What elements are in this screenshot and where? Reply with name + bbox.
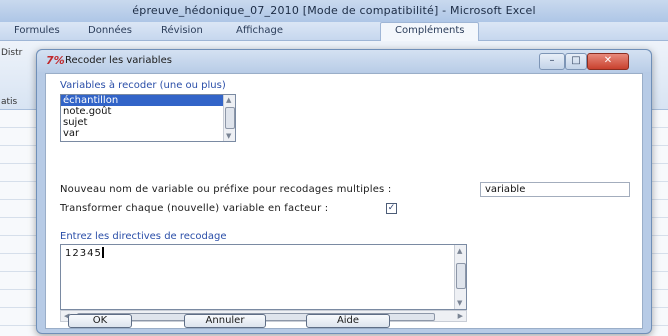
close-button[interactable]: ✕ (587, 53, 629, 70)
scroll-up-icon[interactable]: ▲ (226, 96, 231, 104)
tab-revision[interactable]: Révision (161, 25, 203, 36)
scroll-up-icon[interactable]: ▲ (457, 247, 462, 255)
list-item[interactable]: var (61, 128, 235, 139)
cancel-button[interactable]: Annuler (184, 314, 266, 328)
factor-label: Transformer chaque (nouvelle) variable e… (60, 203, 329, 214)
left-strip-label: atis (1, 97, 18, 107)
excel-window-title: épreuve_hédonique_07_2010 [Mode de compa… (0, 0, 668, 22)
dialog-titlebar[interactable]: 7% Recoder les variables – □ ✕ (37, 50, 651, 72)
maximize-button[interactable]: □ (565, 53, 587, 70)
directives-label: Entrez les directives de recodage (60, 231, 227, 242)
dialog-title: Recoder les variables (65, 55, 172, 66)
help-button[interactable]: Aide (306, 314, 390, 328)
scroll-down-icon[interactable]: ▼ (457, 299, 462, 307)
tab-complements[interactable]: Compléments (380, 22, 480, 42)
ribbon-tab-bar: Formules Données Révision Affichage Comp… (0, 22, 668, 42)
list-item[interactable]: note.goût (61, 106, 235, 117)
list-item[interactable]: sujet (61, 117, 235, 128)
directives-textarea[interactable]: 12345 ▲ ▼ (60, 244, 467, 310)
scroll-right-icon[interactable]: ▶ (458, 312, 463, 320)
left-strip-label: Distr (1, 48, 23, 58)
directives-text: 12345 (65, 248, 102, 259)
tab-formules[interactable]: Formules (14, 25, 60, 36)
scroll-thumb[interactable] (225, 107, 235, 129)
new-name-field[interactable]: variable (480, 182, 630, 197)
scroll-thumb[interactable] (456, 263, 466, 289)
dialog-body: Variables à recoder (une ou plus) échant… (45, 73, 643, 329)
ok-button[interactable]: OK (68, 314, 132, 328)
text-cursor (101, 247, 104, 258)
recode-variables-dialog: 7% Recoder les variables – □ ✕ Variables… (36, 49, 652, 334)
new-name-label: Nouveau nom de variable ou préfixe pour … (60, 184, 392, 195)
scroll-down-icon[interactable]: ▼ (226, 132, 231, 140)
list-item[interactable]: échantillon (61, 95, 235, 106)
variables-listbox[interactable]: échantillon note.goût sujet var ▲ ▼ (60, 94, 236, 142)
variables-label: Variables à recoder (une ou plus) (60, 80, 226, 91)
minimize-button[interactable]: – (539, 53, 565, 70)
listbox-scrollbar[interactable]: ▲ ▼ (223, 95, 235, 141)
r-logo-icon: 7% (46, 54, 65, 67)
tab-affichage[interactable]: Affichage (236, 25, 283, 36)
factor-checkbox[interactable]: ✓ (386, 203, 397, 214)
textarea-scrollbar[interactable]: ▲ ▼ (454, 245, 466, 309)
tab-donnees[interactable]: Données (88, 25, 132, 36)
